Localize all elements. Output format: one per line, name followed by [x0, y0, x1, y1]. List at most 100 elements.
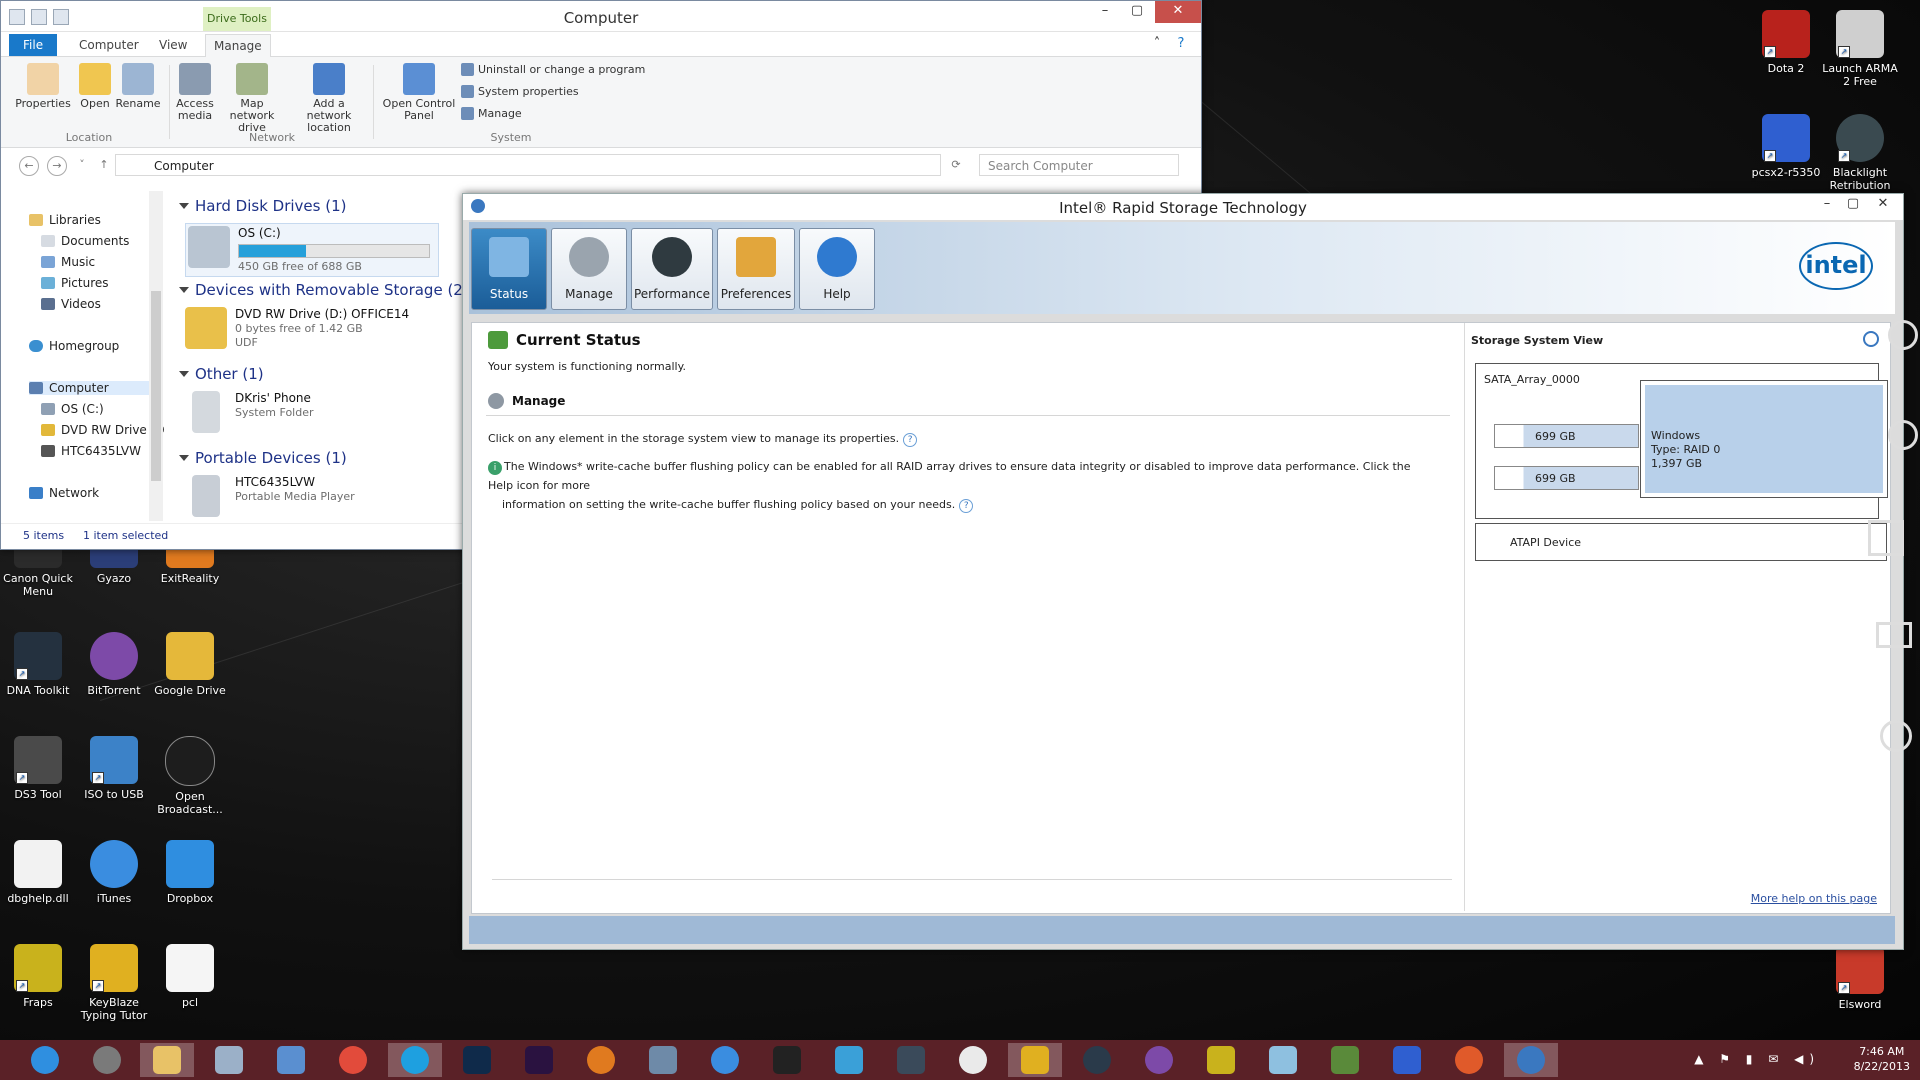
scrollbar-thumb[interactable] — [151, 291, 161, 481]
taskbar-app[interactable] — [822, 1043, 876, 1077]
taskbar-clock[interactable]: 7:46 AM 8/22/2013 — [1854, 1044, 1910, 1074]
nav-dvd-drive[interactable]: DVD RW Drive (D — [41, 423, 165, 437]
taskbar-app[interactable] — [264, 1043, 318, 1077]
taskbar-pcsx2[interactable] — [1380, 1043, 1434, 1077]
desktop-icon[interactable]: ↗ Dota 2 — [1748, 10, 1824, 75]
desktop-icon[interactable]: ↗ Elsword — [1822, 946, 1898, 1011]
nav-scrollbar[interactable] — [149, 191, 163, 521]
manage-button[interactable]: Manage — [551, 228, 627, 310]
taskbar-fraps[interactable] — [1194, 1043, 1248, 1077]
search-input[interactable]: Search Computer — [979, 154, 1179, 176]
desktop-icon[interactable]: ExitReality — [152, 544, 228, 585]
help-button[interactable]: Help — [799, 228, 875, 310]
desktop-icon[interactable]: Canon Quick Menu — [0, 544, 76, 598]
portable-device-item[interactable]: HTC6435LVW Portable Media Player — [185, 475, 355, 517]
start-charm-icon[interactable] — [1868, 520, 1904, 556]
taskbar-app[interactable] — [574, 1043, 628, 1077]
desktop-icon[interactable]: Dropbox — [152, 840, 228, 905]
taskbar-app[interactable] — [884, 1043, 938, 1077]
desktop-icon[interactable]: ↗ KeyBlaze Typing Tutor — [76, 944, 152, 1022]
open-control-panel-button[interactable]: Open Control Panel — [381, 63, 457, 122]
nav-homegroup[interactable]: Homegroup — [29, 339, 119, 353]
taskbar-keyblaze[interactable] — [1008, 1043, 1062, 1077]
taskbar-app[interactable] — [80, 1043, 134, 1077]
atapi-device[interactable]: ATAPI Device — [1475, 523, 1887, 561]
desktop-icon[interactable]: Google Drive — [152, 632, 228, 697]
taskbar-rst[interactable] — [1504, 1043, 1558, 1077]
tab-view[interactable]: View — [151, 34, 195, 56]
help-icon[interactable]: ? — [959, 499, 974, 513]
properties-button[interactable]: Properties — [13, 63, 73, 110]
add-network-location-button[interactable]: Add a network location — [291, 63, 367, 134]
taskbar-steam[interactable] — [1070, 1043, 1124, 1077]
desktop-icon[interactable]: pcl — [152, 944, 228, 1009]
volume-item[interactable]: Windows Type: RAID 0 1,397 GB — [1640, 380, 1888, 498]
phone-item[interactable]: DKris' Phone System Folder — [185, 391, 314, 433]
section-removable[interactable]: Devices with Removable Storage (2) — [179, 281, 469, 299]
tab-file[interactable]: File — [9, 34, 58, 56]
nav-documents[interactable]: Documents — [41, 234, 129, 248]
nav-network[interactable]: Network — [29, 486, 99, 500]
disk-item[interactable]: 699 GB — [1494, 466, 1639, 490]
share-charm-icon[interactable] — [1888, 420, 1918, 450]
rename-button[interactable]: Rename — [115, 63, 161, 110]
settings-charm-icon[interactable] — [1880, 720, 1912, 752]
tab-computer[interactable]: Computer — [71, 34, 147, 56]
taskbar-explorer[interactable] — [140, 1043, 194, 1077]
dvd-drive-item[interactable]: DVD RW Drive (D:) OFFICE14 0 bytes free … — [185, 307, 409, 350]
taskbar-app[interactable] — [1442, 1043, 1496, 1077]
open-button[interactable]: Open — [75, 63, 115, 110]
taskbar-chrome[interactable] — [326, 1043, 380, 1077]
desktop-icon[interactable]: ↗ Blacklight Retribution — [1822, 114, 1898, 192]
taskbar-app[interactable] — [760, 1043, 814, 1077]
desktop-icon[interactable]: Open Broadcast... — [152, 736, 228, 816]
help-icon[interactable]: ? — [1165, 34, 1197, 56]
maximize-button[interactable]: ▢ — [1121, 1, 1153, 23]
desktop-icon[interactable]: ↗ pcsx2-r5350 — [1748, 114, 1824, 179]
raid-array[interactable]: SATA_Array_0000 699 GB 699 GB Windows Ty… — [1475, 363, 1888, 519]
section-other[interactable]: Other (1) — [179, 365, 264, 383]
taskbar-app[interactable] — [946, 1043, 1000, 1077]
taskbar-bittorrent[interactable] — [1132, 1043, 1186, 1077]
desktop-icon[interactable]: ↗ Fraps — [0, 944, 76, 1009]
nav-libraries[interactable]: Libraries — [29, 213, 101, 227]
taskbar-itunes[interactable] — [698, 1043, 752, 1077]
nav-htc-device[interactable]: HTC6435LVW — [41, 444, 141, 458]
address-field[interactable]: Computer — [115, 154, 941, 176]
map-network-drive-button[interactable]: Map network drive — [217, 63, 287, 134]
taskbar-app[interactable] — [636, 1043, 690, 1077]
refresh-icon[interactable] — [1863, 331, 1879, 347]
performance-button[interactable]: Performance — [631, 228, 713, 310]
disk-item[interactable]: 699 GB — [1494, 424, 1639, 448]
recent-locations-icon[interactable]: ˅ — [73, 156, 91, 174]
desktop-icon[interactable]: ↗ ISO to USB — [76, 736, 152, 801]
system-properties-button[interactable]: System properties — [461, 85, 579, 98]
refresh-icon[interactable]: ⟳ — [947, 156, 965, 174]
taskbar-photoshop[interactable] — [450, 1043, 504, 1077]
nav-videos[interactable]: Videos — [41, 297, 101, 311]
minimize-button[interactable]: – — [1089, 1, 1121, 23]
search-charm-icon[interactable] — [1888, 320, 1918, 350]
forward-button[interactable]: → — [47, 156, 67, 176]
desktop-icon[interactable]: dbghelp.dll — [0, 840, 76, 905]
taskbar-minecraft[interactable] — [1318, 1043, 1372, 1077]
status-button[interactable]: Status — [471, 228, 547, 310]
up-button[interactable]: ↑ — [95, 156, 113, 174]
taskbar-skype[interactable] — [388, 1043, 442, 1077]
section-hard-disk[interactable]: Hard Disk Drives (1) — [179, 197, 346, 215]
more-help-link[interactable]: More help on this page — [1751, 892, 1877, 905]
system-tray[interactable]: ▲ ⚑ ▮ ✉ ◀) — [1694, 1052, 1820, 1066]
section-portable[interactable]: Portable Devices (1) — [179, 449, 347, 467]
desktop-icon[interactable]: ↗ DNA Toolkit — [0, 632, 76, 697]
nav-os-c[interactable]: OS (C:) — [41, 402, 104, 416]
help-icon[interactable]: ? — [903, 433, 918, 447]
taskbar-ie[interactable] — [18, 1043, 72, 1077]
drive-c-item[interactable]: OS (C:) 450 GB free of 688 GB — [185, 223, 439, 277]
taskbar-app[interactable] — [202, 1043, 256, 1077]
preferences-button[interactable]: Preferences — [717, 228, 795, 310]
tab-manage[interactable]: Manage — [205, 34, 271, 58]
desktop-icon[interactable]: BitTorrent — [76, 632, 152, 697]
nav-computer[interactable]: Computer — [29, 381, 159, 395]
close-button[interactable]: ✕ — [1155, 1, 1201, 23]
taskbar-app[interactable] — [1256, 1043, 1310, 1077]
